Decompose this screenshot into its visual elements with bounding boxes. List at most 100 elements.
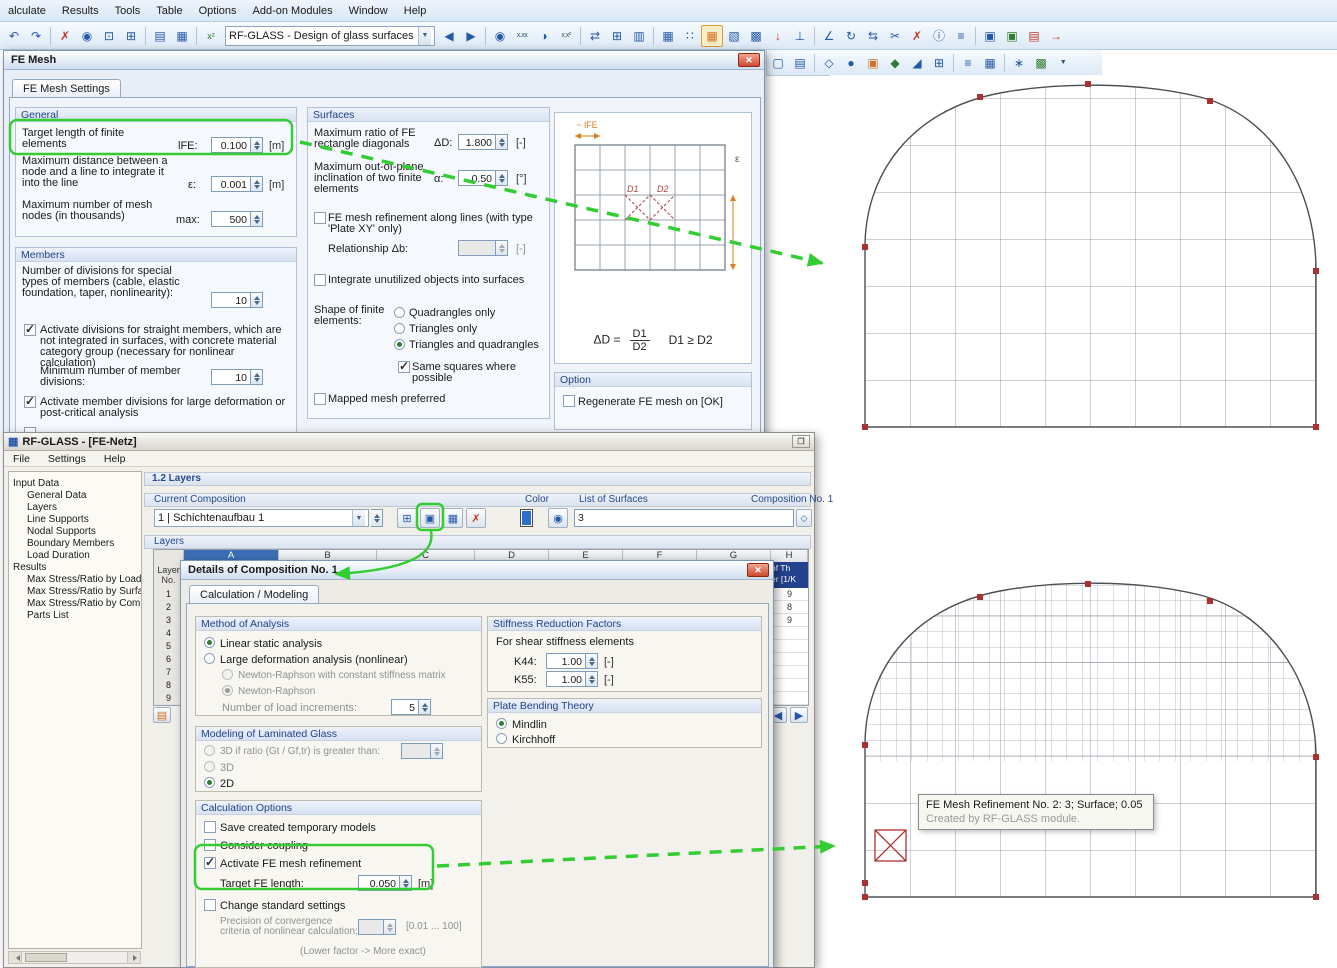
menu-addon-modules[interactable]: Add-on Modules xyxy=(245,2,341,20)
ratio-3d-input[interactable] xyxy=(401,743,431,759)
details-dialog-titlebar[interactable]: Details of Composition No. 1 ✕ xyxy=(181,561,773,580)
delete-icon[interactable]: ✗ xyxy=(54,25,76,47)
zoom-results-icon[interactable]: ◉ xyxy=(489,25,511,47)
same-squares-checkbox[interactable] xyxy=(398,361,410,373)
tree-item-boundary-members[interactable]: Boundary Members xyxy=(9,538,141,550)
target-length-spinner[interactable] xyxy=(251,137,263,153)
info-icon[interactable]: ⓘ xyxy=(928,25,950,47)
integrate-objects-checkbox[interactable] xyxy=(314,274,326,286)
copy-composition-button[interactable]: ▣ xyxy=(420,508,440,528)
superscript-icon[interactable]: x² xyxy=(200,25,222,47)
large-deformation-checkbox[interactable] xyxy=(24,396,36,408)
activate-divisions-checkbox[interactable] xyxy=(24,324,36,336)
cut-icon[interactable]: ✂ xyxy=(884,25,906,47)
delete-composition-button[interactable]: ✗ xyxy=(466,508,486,528)
view-window-icon[interactable]: ▣ xyxy=(979,25,1001,47)
column-header-h[interactable]: H xyxy=(771,550,808,562)
view-window-2-icon[interactable]: ▣ xyxy=(1001,25,1023,47)
tree-item-load-duration[interactable]: Load Duration xyxy=(9,550,141,562)
clipboard-icon[interactable]: ▤ xyxy=(789,52,811,74)
module-select[interactable]: RF-GLASS - Design of glass surfaces ▼ xyxy=(225,26,435,46)
k55-input[interactable]: 1.00 xyxy=(546,671,586,687)
delete-object-icon[interactable]: ✗ xyxy=(906,25,928,47)
tree-item-results[interactable]: Results xyxy=(9,562,141,574)
back-icon[interactable]: ◀ xyxy=(438,25,460,47)
composition-color-swatch[interactable] xyxy=(520,509,533,527)
caret-down-icon[interactable]: ▼ xyxy=(1052,52,1074,74)
duplicate-composition-button[interactable]: ▦ xyxy=(443,508,463,528)
ratio-3d-spinner[interactable] xyxy=(431,743,443,759)
iso-view-icon[interactable]: ◇ xyxy=(818,52,840,74)
printout-report-icon[interactable]: ▤ xyxy=(149,25,171,47)
new-composition-button[interactable]: ⊞ xyxy=(397,508,417,528)
fe-mesh-dialog-titlebar[interactable]: FE Mesh ✕ xyxy=(4,51,764,70)
tree-item-general-data[interactable]: General Data xyxy=(9,490,141,502)
precision-spinner[interactable] xyxy=(384,919,396,935)
pick-surfaces-button[interactable]: ◇ xyxy=(796,509,812,527)
shape-triangles-radio[interactable] xyxy=(394,323,405,334)
tree-item-max-stress-surface[interactable]: Max Stress/Ratio by Surface xyxy=(9,586,141,598)
close-button[interactable]: ✕ xyxy=(747,563,769,577)
tab-calculation-modeling[interactable]: Calculation / Modeling xyxy=(189,585,319,604)
special-divisions-input[interactable]: 10 xyxy=(211,292,251,308)
menu-calculate[interactable]: alculate xyxy=(0,2,54,20)
scroll-right-icon[interactable] xyxy=(127,952,140,963)
module-menu-help[interactable]: Help xyxy=(95,451,135,467)
tables-icon[interactable]: ▦ xyxy=(979,52,1001,74)
large-deformation-radio[interactable] xyxy=(204,653,215,664)
module-menu-settings[interactable]: Settings xyxy=(39,451,95,467)
shape-tri-quad-radio[interactable] xyxy=(394,339,405,350)
special-divisions-spinner[interactable] xyxy=(251,292,263,308)
close-button[interactable]: ✕ xyxy=(738,53,760,67)
rotate-icon[interactable]: ↻ xyxy=(840,25,862,47)
menu-window[interactable]: Window xyxy=(341,2,396,20)
relationship-spinner[interactable] xyxy=(496,240,508,256)
solid-view-icon[interactable]: ▣ xyxy=(862,52,884,74)
load-increments-input[interactable]: 5 xyxy=(391,699,419,715)
mesh-refinement-icon[interactable]: ▧ xyxy=(723,25,745,47)
inclination-input[interactable]: 0.50 xyxy=(458,170,496,186)
module-menu-file[interactable]: File xyxy=(4,451,39,467)
menu-results[interactable]: Results xyxy=(54,2,107,20)
visibility-icon[interactable]: ◑ xyxy=(533,25,555,47)
menu-options[interactable]: Options xyxy=(191,2,245,20)
settings-icon[interactable]: ∗ xyxy=(1008,52,1030,74)
navigator-scrollbar[interactable] xyxy=(8,951,141,964)
change-standard-settings-checkbox[interactable] xyxy=(204,899,216,911)
k44-spinner[interactable] xyxy=(586,653,598,669)
new-sheet-icon[interactable]: ⊞ xyxy=(120,25,142,47)
panels-icon[interactable]: ⊞ xyxy=(606,25,628,47)
render-sphere-icon[interactable]: ● xyxy=(840,52,862,74)
menu-help[interactable]: Help xyxy=(396,2,435,20)
print-icon[interactable]: ▤ xyxy=(1023,25,1045,47)
composition-select[interactable]: 1 | Schichtenaufbau 1 ▼ xyxy=(154,509,369,527)
composition-spinner[interactable] xyxy=(371,509,383,527)
tree-item-max-stress-composition[interactable]: Max Stress/Ratio by Compositi xyxy=(9,598,141,610)
fe-mesh-view-refined[interactable] xyxy=(830,445,1337,968)
mindlin-radio[interactable] xyxy=(496,718,507,729)
exponent-format-icon[interactable]: x.x² xyxy=(555,25,577,47)
inclination-spinner[interactable] xyxy=(496,170,508,186)
linear-static-radio[interactable] xyxy=(204,637,215,648)
node-distance-input[interactable]: 0.001 xyxy=(211,176,251,192)
kirchhoff-radio[interactable] xyxy=(496,733,507,744)
decimal-places-icon[interactable]: x.xx xyxy=(511,25,533,47)
tree-item-parts-list[interactable]: Parts List xyxy=(9,610,141,622)
max-nodes-spinner[interactable] xyxy=(251,211,263,227)
tab-fe-mesh-settings[interactable]: FE Mesh Settings xyxy=(12,79,121,98)
zoom-icon[interactable]: ◉ xyxy=(76,25,98,47)
max-nodes-input[interactable]: 500 xyxy=(211,211,251,227)
table-icon[interactable]: ▦ xyxy=(171,25,193,47)
target-fe-length-input[interactable]: 0.050 xyxy=(358,875,400,891)
tree-item-layers[interactable]: Layers xyxy=(9,502,141,514)
tree-item-input-data[interactable]: Input Data xyxy=(9,478,141,490)
scroll-left-icon[interactable] xyxy=(9,952,22,963)
calculate-icon[interactable]: ≡ xyxy=(950,25,972,47)
tree-item-line-supports[interactable]: Line Supports xyxy=(9,514,141,526)
ratio-3d-radio[interactable] xyxy=(204,745,215,756)
node-distance-spinner[interactable] xyxy=(251,176,263,192)
load-increments-spinner[interactable] xyxy=(419,699,431,715)
newton-constant-radio[interactable] xyxy=(222,669,233,680)
k44-input[interactable]: 1.00 xyxy=(546,653,586,669)
menu-tools[interactable]: Tools xyxy=(107,2,149,20)
